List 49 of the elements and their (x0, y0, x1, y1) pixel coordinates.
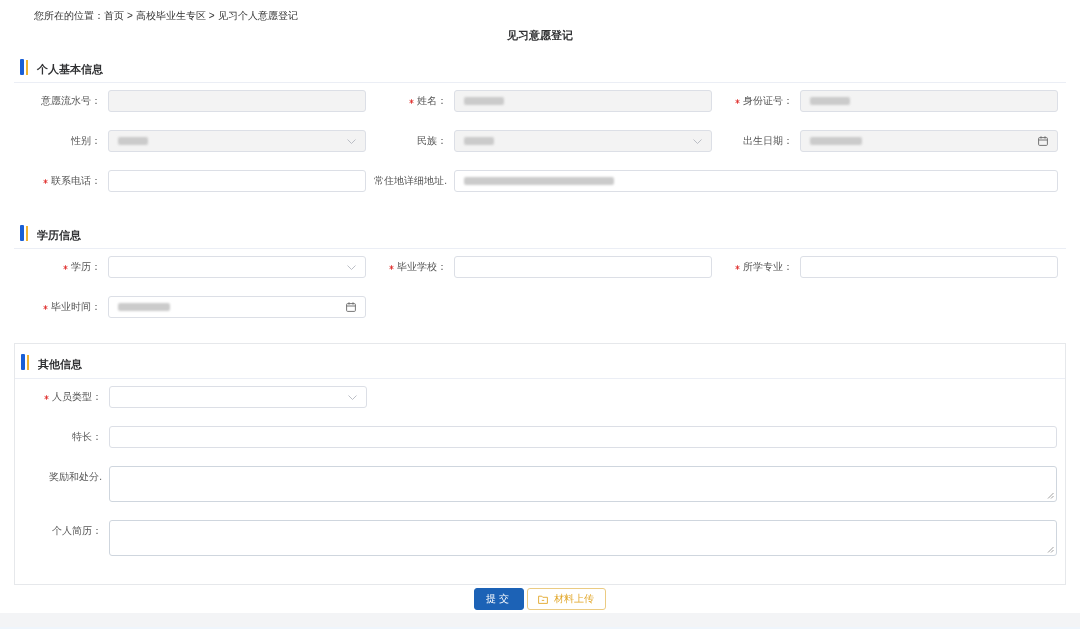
input-field[interactable] (454, 256, 712, 278)
input-field[interactable] (454, 170, 1058, 192)
resize-grip-icon[interactable] (1047, 492, 1054, 499)
text-area[interactable] (109, 520, 1057, 556)
folder-icon (538, 594, 548, 604)
section-marker-icon (20, 59, 28, 75)
field-label: 民族： (417, 135, 447, 147)
input-field[interactable] (800, 256, 1058, 278)
field-label: 姓名： (417, 95, 447, 107)
text-area[interactable] (109, 466, 1057, 502)
section-title: 学历信息 (37, 227, 81, 242)
field-label: 性别： (71, 135, 101, 147)
section-title: 个人基本信息 (37, 61, 103, 76)
field-label: 出生日期： (743, 135, 793, 147)
field-label: 所学专业： (743, 261, 793, 273)
breadcrumb-separator: > (127, 9, 133, 23)
calendar-icon (346, 302, 356, 312)
resize-grip-icon[interactable] (1047, 546, 1054, 553)
field-label: 人员类型： (52, 391, 102, 403)
field-label: 奖励和处分. (49, 471, 102, 483)
select-field[interactable] (108, 256, 366, 278)
breadcrumb-link[interactable]: 首页 (104, 8, 124, 28)
select-field[interactable] (109, 386, 367, 408)
page-title: 见习意愿登记 (507, 28, 573, 42)
chevron-down-icon (347, 264, 356, 270)
chevron-down-icon (348, 394, 357, 400)
field-label: 联系电话： (51, 175, 101, 187)
chevron-down-icon (347, 138, 356, 144)
breadcrumb-current: 见习个人意愿登记 (217, 9, 298, 23)
field-label: 学历： (71, 261, 101, 273)
chevron-down-icon (693, 138, 702, 144)
field-label: 毕业学校： (397, 261, 447, 273)
breadcrumb-prefix: 您所在的位置： (34, 9, 104, 23)
input-field[interactable] (109, 426, 1057, 448)
section-title: 其他信息 (38, 356, 82, 371)
input-field[interactable] (108, 170, 366, 192)
field-label: 个人简历： (52, 525, 102, 537)
calendar-icon (1038, 136, 1048, 146)
field-label: 意愿流水号： (41, 95, 101, 107)
field-label: 常住地详细地址. (374, 175, 447, 187)
submit-button[interactable]: 提交 (474, 588, 524, 610)
field-label: 毕业时间： (51, 301, 101, 313)
section-marker-icon (20, 225, 28, 241)
breadcrumb-link[interactable]: 高校毕业生专区 (135, 8, 206, 28)
breadcrumb-separator: > (208, 9, 215, 23)
field-label: 特长： (72, 431, 102, 443)
section-marker-icon (21, 354, 29, 370)
field-label: 身份证号： (743, 95, 793, 107)
date-field[interactable] (108, 296, 366, 318)
